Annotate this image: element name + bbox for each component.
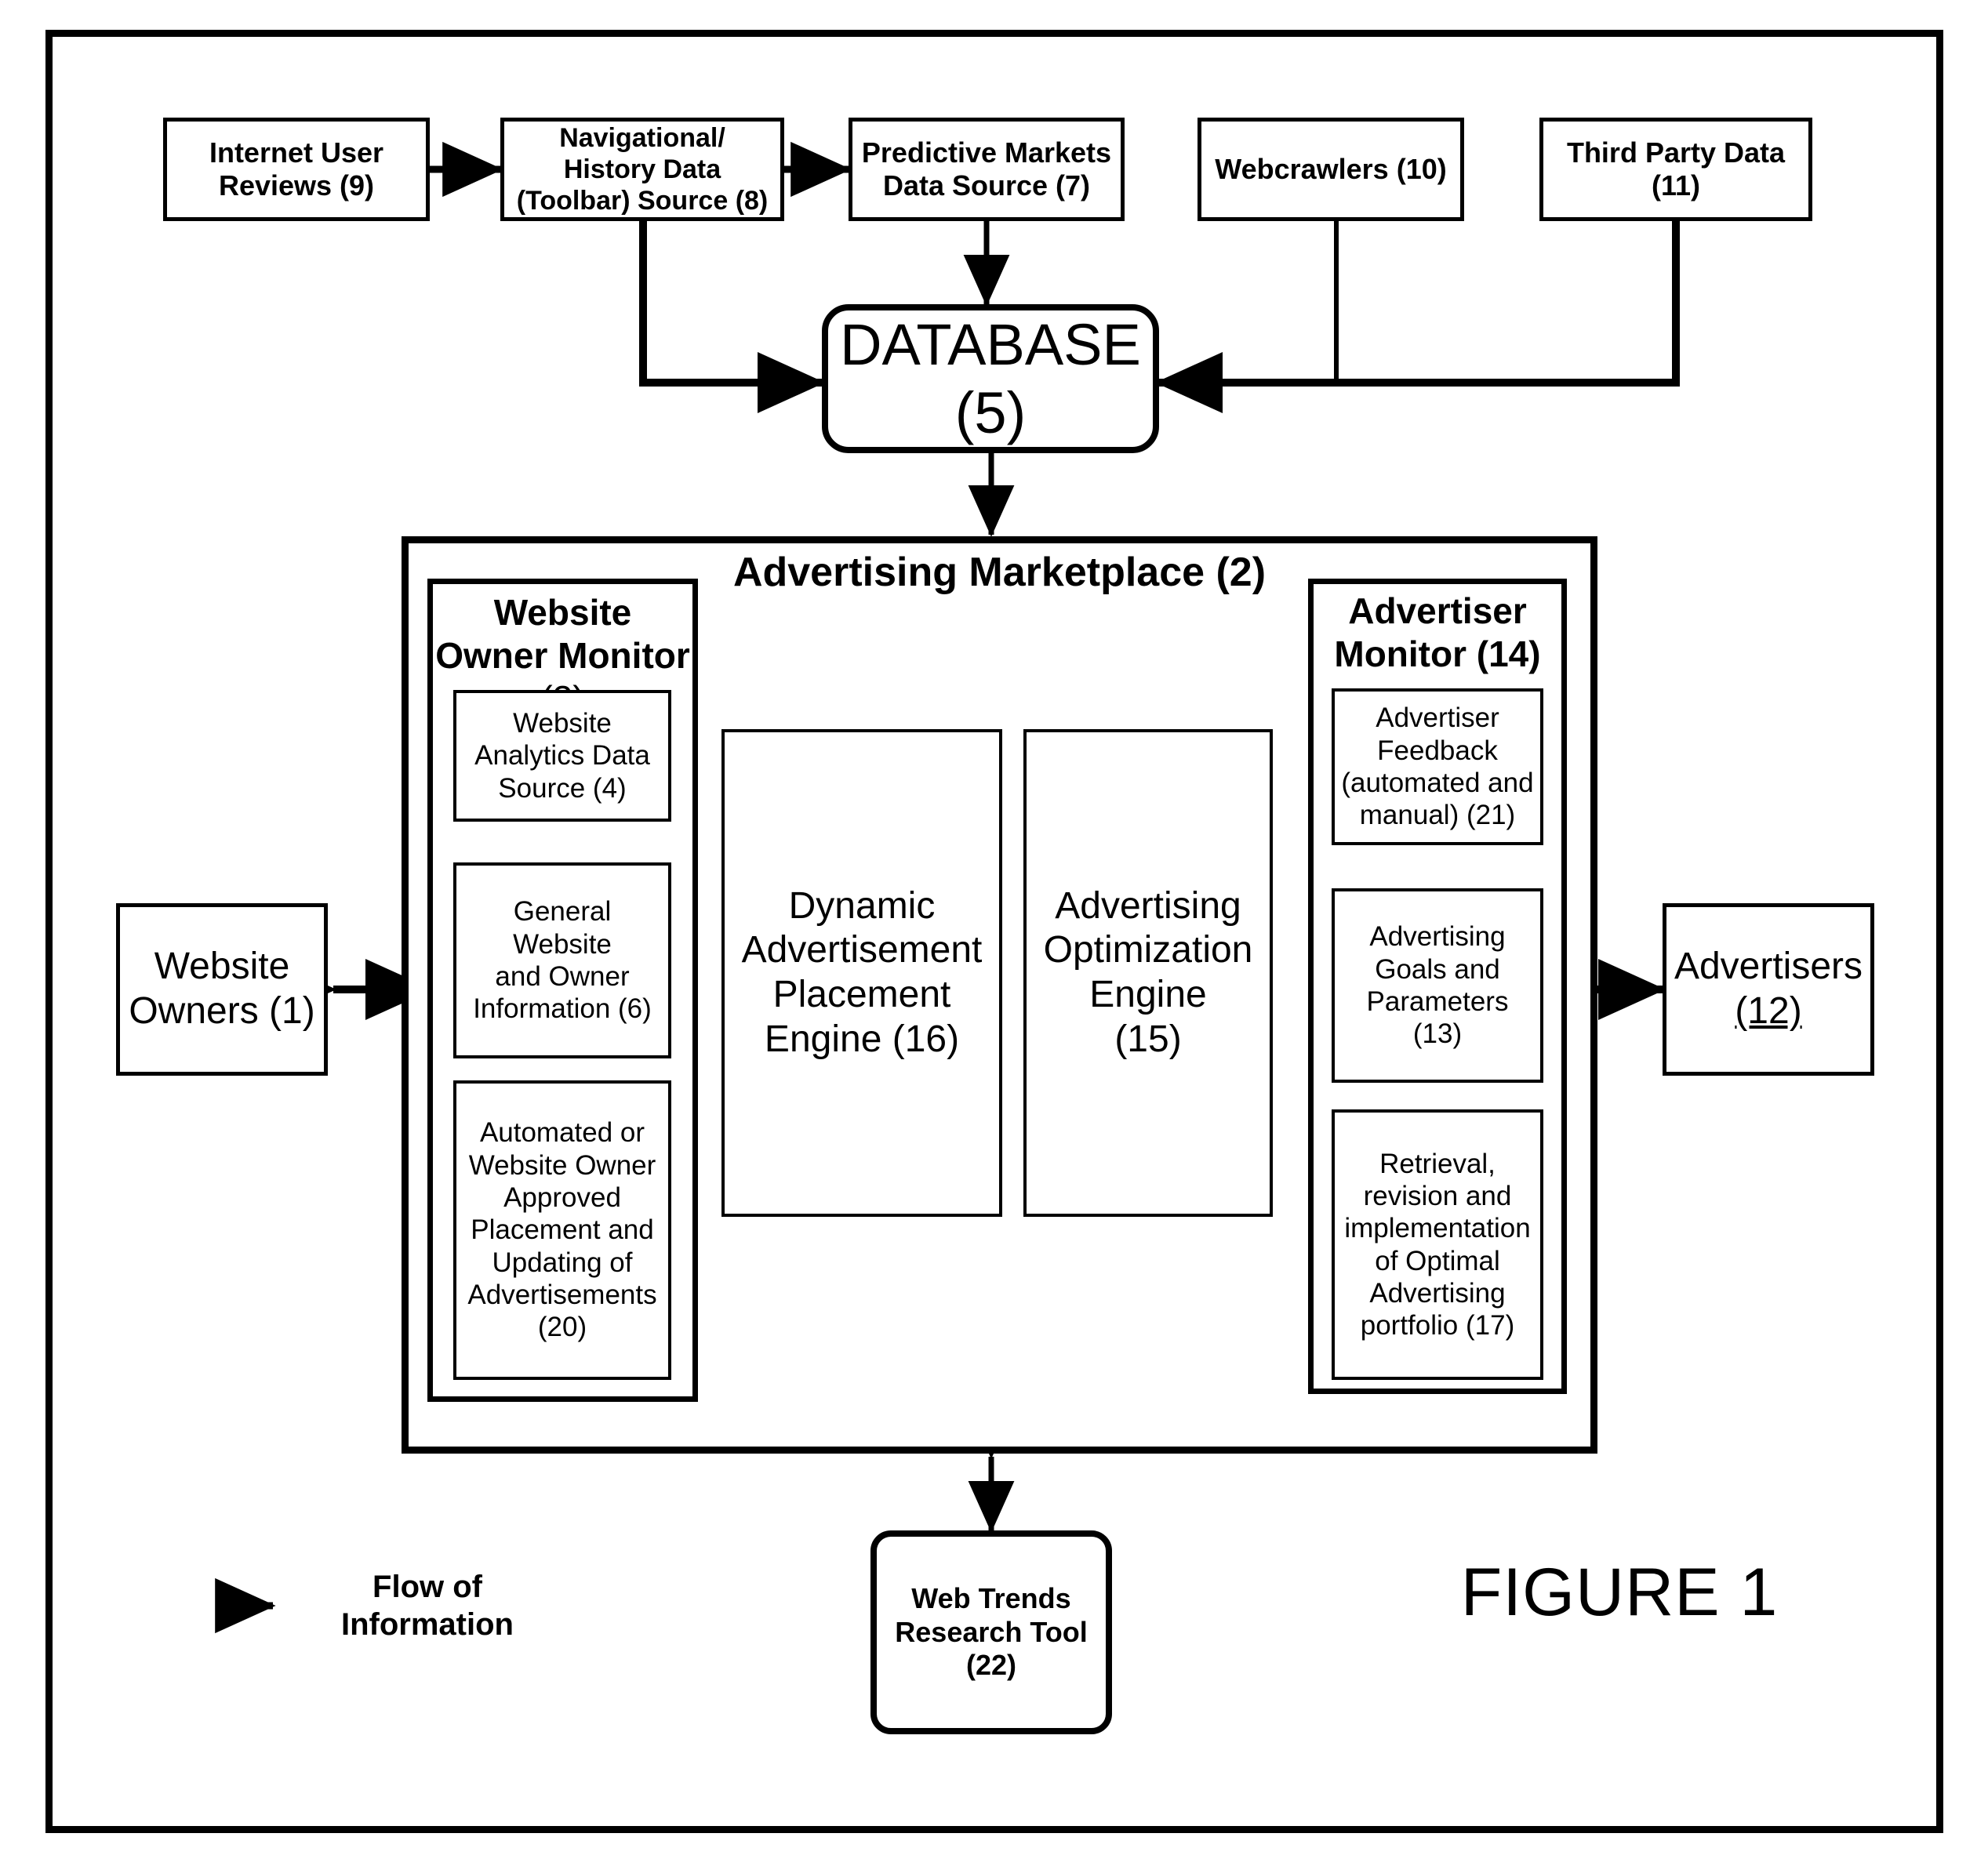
advertisers-label: Advertisers (12) [1674, 946, 1863, 1032]
advertiser-monitor-title: Advertiser Monitor (14) [1334, 590, 1541, 675]
box-automated-placement-updating[interactable]: Automated or Website Owner Approved Plac… [453, 1080, 671, 1380]
box-website-analytics-data-source[interactable]: Website Analytics Data Source (4) [453, 690, 671, 822]
box-database[interactable]: DATABASE (5) [822, 304, 1159, 453]
box-advertiser-feedback[interactable]: Advertiser Feedback (automated and manua… [1332, 688, 1543, 845]
box-advertisers[interactable]: Advertisers (12) [1663, 903, 1874, 1076]
box-web-trends-research-tool[interactable]: Web Trends Research Tool (22) [870, 1530, 1112, 1734]
advertising-optimization-engine-label: Advertising Optimization Engine (15) [1043, 884, 1253, 1060]
box-advertising-goals-and-parameters[interactable]: Advertising Goals and Parameters (13) [1332, 888, 1543, 1083]
box-predictive-markets-data-source[interactable]: Predictive Markets Data Source (7) [849, 118, 1125, 221]
automated-placement-label: Automated or Website Owner Approved Plac… [467, 1117, 657, 1343]
box-general-website-and-owner-information[interactable]: General Website and Owner Information (6… [453, 862, 671, 1058]
box-advertising-optimization-engine[interactable]: Advertising Optimization Engine (15) [1023, 729, 1273, 1217]
box-third-party-data[interactable]: Third Party Data (11) [1539, 118, 1812, 221]
website-analytics-label: Website Analytics Data Source (4) [474, 708, 650, 804]
internet-user-reviews-label: Internet User Reviews (9) [209, 136, 384, 201]
third-party-data-label: Third Party Data (11) [1566, 136, 1786, 201]
figure-label: FIGURE 1 [1460, 1555, 1779, 1630]
box-website-owners[interactable]: Website Owners (1) [116, 903, 328, 1076]
box-dynamic-advertisement-placement-engine[interactable]: Dynamic Advertisement Placement Engine (… [721, 729, 1002, 1217]
navigational-history-data-label: Navigational/ History Data (Toolbar) Sou… [516, 122, 769, 216]
retrieval-revision-label: Retrieval, revision and implementation o… [1344, 1148, 1531, 1341]
web-trends-research-tool-label: Web Trends Research Tool (22) [895, 1582, 1088, 1682]
dynamic-placement-engine-label: Dynamic Advertisement Placement Engine (… [741, 884, 983, 1060]
advertiser-feedback-label: Advertiser Feedback (automated and manua… [1341, 702, 1534, 831]
advertising-goals-label: Advertising Goals and Parameters (13) [1366, 921, 1509, 1050]
figure-page: Internet User Reviews (9) Navigational/ … [0, 0, 1988, 1866]
box-navigational-history-data[interactable]: Navigational/ History Data (Toolbar) Sou… [500, 118, 784, 221]
box-retrieval-revision-implementation[interactable]: Retrieval, revision and implementation o… [1332, 1109, 1543, 1380]
website-owners-label: Website Owners (1) [129, 946, 315, 1032]
legend-flow-of-information: Flow of Information [341, 1570, 514, 1642]
webcrawlers-label: Webcrawlers (10) [1215, 152, 1447, 185]
box-webcrawlers[interactable]: Webcrawlers (10) [1198, 118, 1464, 221]
database-label: DATABASE (5) [840, 311, 1141, 445]
box-internet-user-reviews[interactable]: Internet User Reviews (9) [163, 118, 430, 221]
general-website-owner-info-label: General Website and Owner Information (6… [473, 896, 652, 1025]
predictive-markets-label: Predictive Markets Data Source (7) [861, 136, 1112, 201]
